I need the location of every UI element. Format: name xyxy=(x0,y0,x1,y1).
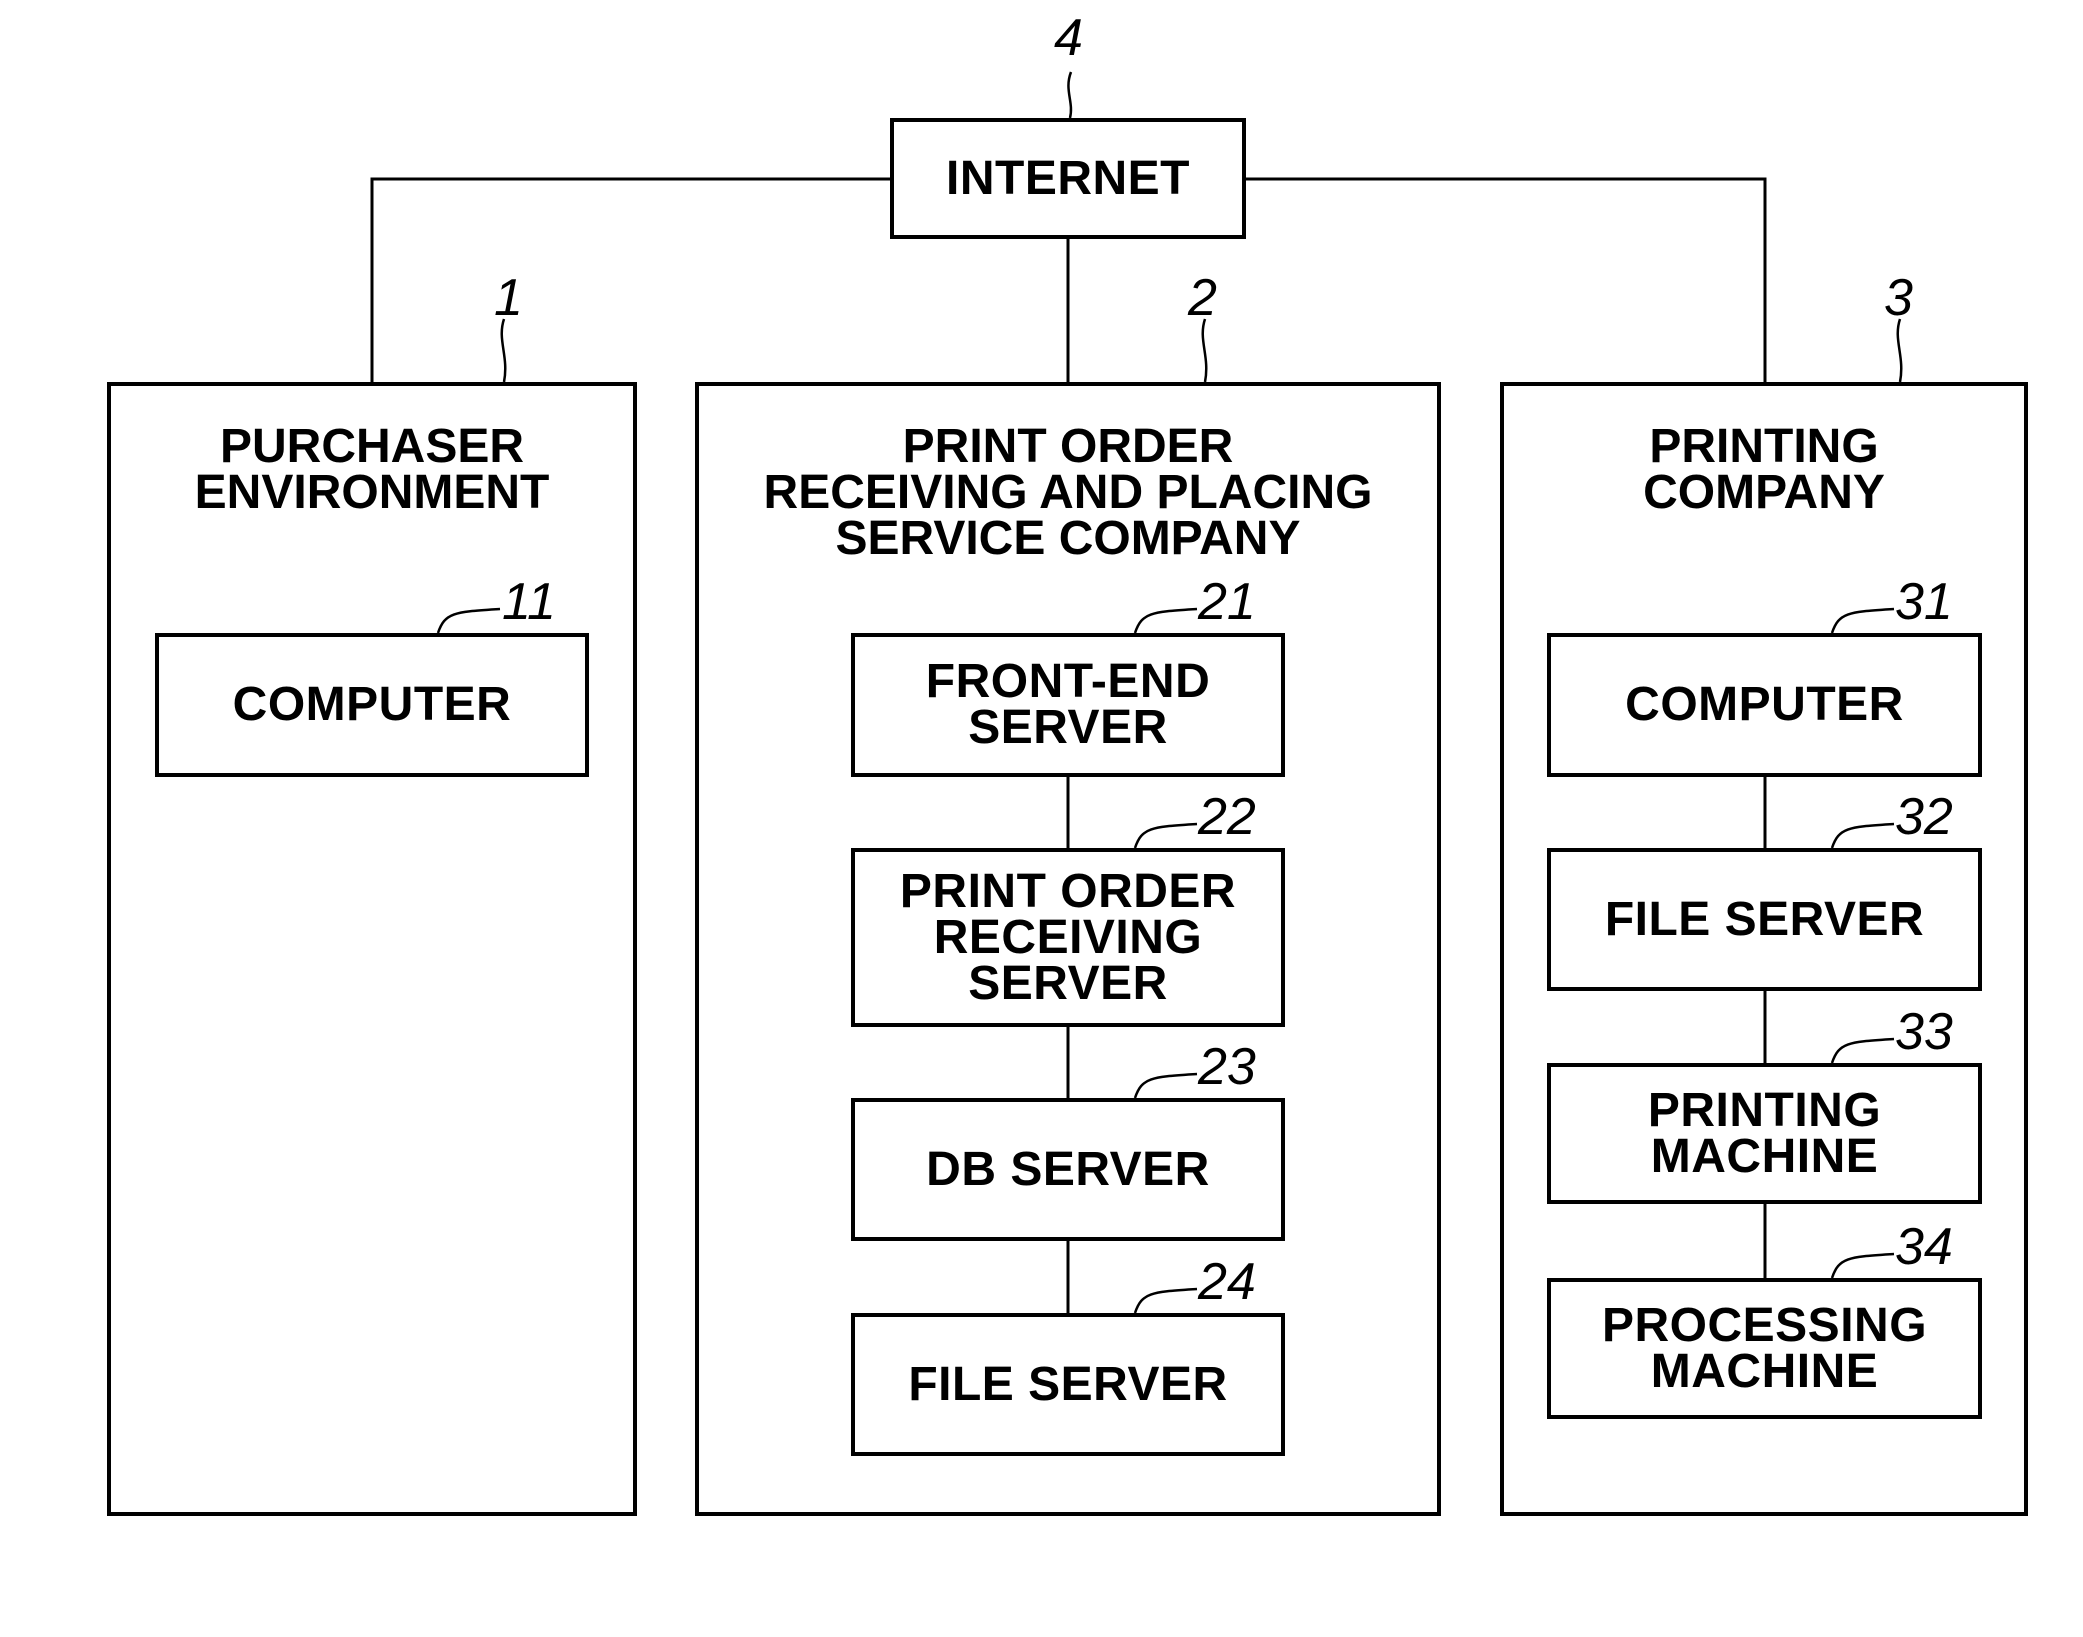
link-internet-printing xyxy=(1246,177,1767,382)
ref-21: 21 xyxy=(1198,573,1256,631)
ref-32: 32 xyxy=(1895,788,1953,846)
ref-11: 11 xyxy=(502,573,556,631)
service-company-title: PRINT ORDER RECEIVING AND PLACING SERVIC… xyxy=(763,420,1373,565)
printing-company-title: PRINTING COMPANY xyxy=(1643,420,1885,519)
print-order-receiving-server-label: PRINT ORDER RECEIVING SERVER xyxy=(899,864,1237,1010)
internet-box: INTERNET xyxy=(890,118,1246,239)
processing-machine-label: PROCESSING MACHINE xyxy=(1601,1298,1928,1398)
ref-purchaser: 1 xyxy=(494,269,523,327)
purchaser-computer-box: COMPUTER xyxy=(155,633,589,777)
ref-22: 22 xyxy=(1198,788,1256,846)
service-file-server-box: FILE SERVER xyxy=(851,1313,1285,1456)
print-order-receiving-server-box: PRINT ORDER RECEIVING SERVER xyxy=(851,848,1285,1027)
ref-24: 24 xyxy=(1198,1253,1256,1311)
front-end-server-label: FRONT-END SERVER xyxy=(925,655,1211,754)
front-end-server-box: FRONT-END SERVER xyxy=(851,633,1285,777)
printing-machine-box: PRINTING MACHINE xyxy=(1547,1063,1982,1204)
ref-printing-company: 3 xyxy=(1884,269,1913,327)
service-file-server-label: FILE SERVER xyxy=(908,1357,1228,1411)
leader-3 xyxy=(1896,318,1903,383)
ref-33: 33 xyxy=(1895,1003,1953,1061)
leader-2 xyxy=(1201,318,1208,383)
leader-1 xyxy=(500,318,507,383)
internet-label: INTERNET xyxy=(946,151,1190,205)
db-server-box: DB SERVER xyxy=(851,1098,1285,1241)
ref-service-company: 2 xyxy=(1188,269,1217,327)
purchaser-environment-title: PURCHASER ENVIRONMENT xyxy=(194,420,550,519)
db-server-label: DB SERVER xyxy=(926,1142,1210,1196)
printing-computer-box: COMPUTER xyxy=(1547,633,1982,777)
printing-machine-label: PRINTING MACHINE xyxy=(1647,1083,1882,1183)
ref-34: 34 xyxy=(1895,1218,1953,1276)
purchaser-environment-box: PURCHASER ENVIRONMENT xyxy=(107,382,637,1516)
printing-file-server-label: FILE SERVER xyxy=(1604,892,1925,946)
printing-file-server-box: FILE SERVER xyxy=(1547,848,1982,991)
ref-internet: 4 xyxy=(1054,9,1083,67)
ref-31: 31 xyxy=(1895,573,1953,631)
printing-computer-label: COMPUTER xyxy=(1625,678,1904,731)
link-internet-purchaser xyxy=(370,177,890,382)
ref-23: 23 xyxy=(1198,1038,1256,1096)
processing-machine-box: PROCESSING MACHINE xyxy=(1547,1278,1982,1419)
purchaser-computer-label: COMPUTER xyxy=(232,678,512,731)
leader-4 xyxy=(1067,71,1073,119)
